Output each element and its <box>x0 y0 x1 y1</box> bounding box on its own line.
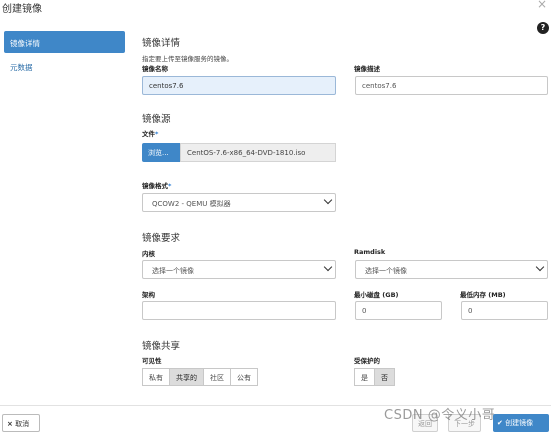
format-select-value: QCOW2 - QEMU 模拟器 <box>152 200 231 208</box>
kernel-select-value: 选择一个镜像 <box>152 267 194 275</box>
browse-button[interactable]: 浏览... <box>142 143 180 162</box>
image-description-label: 镜像描述 <box>354 65 380 73</box>
sidebar-item-image-details[interactable]: 镜像详情 <box>4 31 125 53</box>
visibility-label: 可见性 <box>142 357 162 365</box>
format-label-text: 镜像格式 <box>142 182 168 190</box>
watermark: CSDN @令义小哥 <box>384 408 496 423</box>
min-disk-input[interactable]: 0 <box>355 301 442 320</box>
ramdisk-label: Ramdisk <box>354 248 386 256</box>
image-description-input[interactable]: centos7.6 <box>355 76 548 95</box>
file-name-field: CentOS-7.6-x86_64-DVD-1810.iso <box>180 143 336 162</box>
min-ram-label: 最低内存 (MB) <box>460 291 506 299</box>
close-icon: × <box>7 420 13 428</box>
image-name-input[interactable]: centos7.6 <box>142 76 336 95</box>
image-name-label: 镜像名称 <box>142 65 168 73</box>
required-mark: * <box>168 182 172 190</box>
check-icon: ✔ <box>497 419 503 427</box>
create-image-label: 创建镜像 <box>505 419 534 427</box>
create-image-button[interactable]: ✔ 创建镜像 <box>493 414 549 432</box>
format-select[interactable]: QCOW2 - QEMU 模拟器 <box>142 193 336 212</box>
close-icon[interactable]: × <box>537 0 547 10</box>
protected-toggle-group: 是 否 <box>354 368 395 386</box>
file-label: 文件* <box>142 128 158 138</box>
visibility-option-private[interactable]: 私有 <box>142 368 170 386</box>
kernel-select[interactable]: 选择一个镜像 <box>142 260 336 279</box>
chevron-down-icon <box>323 195 333 205</box>
ramdisk-select-value: 选择一个镜像 <box>365 267 407 275</box>
sidebar-item-metadata[interactable]: 元数据 <box>10 62 33 73</box>
source-section-title: 镜像源 <box>142 114 171 125</box>
cancel-label: 取消 <box>15 420 30 428</box>
visibility-option-community[interactable]: 社区 <box>203 368 231 386</box>
requirements-section-title: 镜像要求 <box>142 233 181 244</box>
visibility-option-shared[interactable]: 共享的 <box>169 368 204 386</box>
required-mark: * <box>155 130 159 138</box>
help-icon[interactable]: ? <box>537 22 549 34</box>
cancel-button[interactable]: × 取消 <box>2 414 40 432</box>
chevron-down-icon <box>535 262 545 272</box>
min-disk-label: 最小磁盘 (GB) <box>354 291 399 299</box>
file-label-text: 文件 <box>142 130 155 138</box>
details-hint: 指定要上传至镜像服务的镜像。 <box>142 55 233 63</box>
protected-option-no[interactable]: 否 <box>374 368 395 386</box>
architecture-input[interactable] <box>142 301 336 320</box>
format-label: 镜像格式* <box>142 180 171 190</box>
sharing-section-title: 镜像共享 <box>142 341 181 352</box>
architecture-label: 架构 <box>142 291 155 299</box>
protected-label: 受保护的 <box>354 357 380 365</box>
chevron-down-icon <box>323 262 333 272</box>
details-section-title: 镜像详情 <box>142 38 181 49</box>
visibility-option-public[interactable]: 公有 <box>230 368 258 386</box>
visibility-toggle-group: 私有 共享的 社区 公有 <box>142 368 258 386</box>
dialog-title: 创建镜像 <box>2 4 42 15</box>
min-ram-input[interactable]: 0 <box>461 301 548 320</box>
kernel-label: 内核 <box>142 250 155 258</box>
protected-option-yes[interactable]: 是 <box>354 368 375 386</box>
ramdisk-select[interactable]: 选择一个镜像 <box>355 260 548 279</box>
